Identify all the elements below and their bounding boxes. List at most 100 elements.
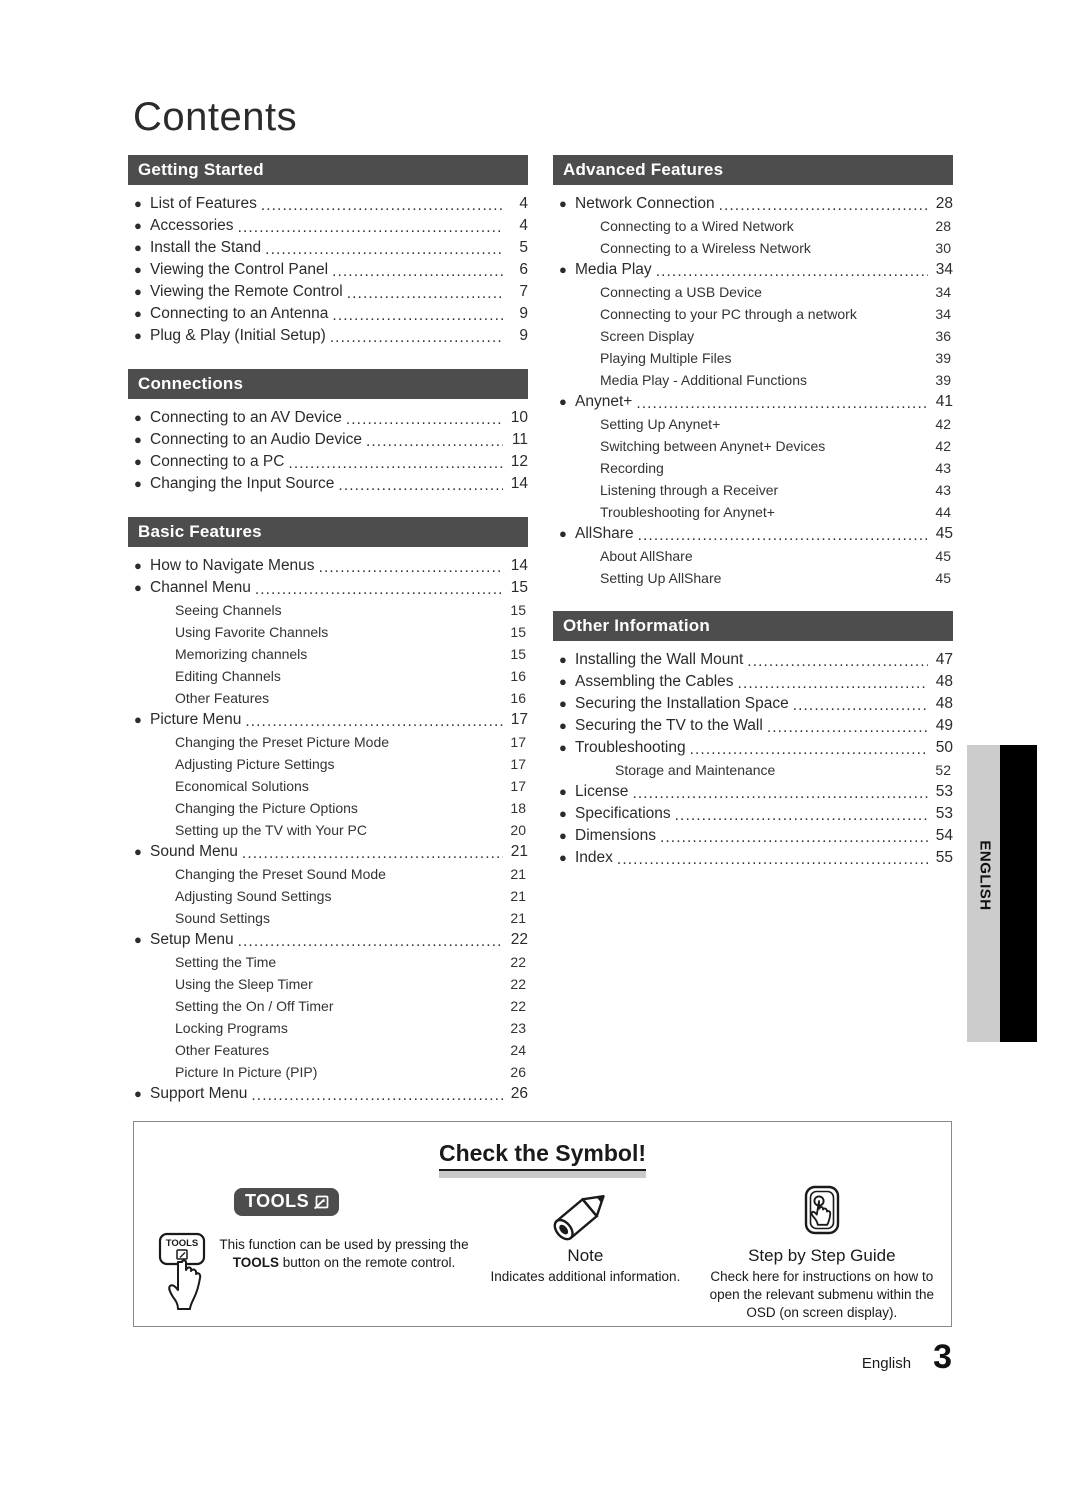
toc-entry-page-number: 52: [935, 762, 951, 778]
toc-entry[interactable]: Sound Settings 21: [128, 907, 528, 929]
toc-entry[interactable]: ● Connecting to an Audio Device 11: [128, 429, 528, 451]
toc-entry-page-number: 41: [935, 393, 953, 410]
toc-entry-page-number: 22: [510, 954, 526, 970]
toc-entry[interactable]: ● License 53: [553, 781, 953, 803]
toc-entry[interactable]: ● Connecting to an AV Device 10: [128, 407, 528, 429]
toc-entry-page-number: 11: [511, 431, 528, 448]
toc-entry[interactable]: Setting the On / Off Timer 22: [128, 995, 528, 1017]
toc-entry[interactable]: Memorizing channels 15: [128, 643, 528, 665]
toc-entry[interactable]: ● Install the Stand 5: [128, 237, 528, 259]
toc-entry[interactable]: ● Changing the Input Source 14: [128, 473, 528, 495]
toc-entry[interactable]: Other Features 24: [128, 1039, 528, 1061]
toc-entry-page-number: 5: [519, 239, 528, 256]
toc-entry[interactable]: ● Dimensions 54: [553, 825, 953, 847]
toc-entry[interactable]: ● Troubleshooting 50: [553, 737, 953, 759]
toc-entry-page-number: 45: [935, 548, 951, 564]
leader-dots: [321, 1065, 501, 1083]
toc-entry[interactable]: ● List of Features 4: [128, 193, 528, 215]
toc-entry-list: ●How to Navigate Menus14 ● Channel Menu 15 S…: [128, 555, 528, 1105]
bullet-icon: ●: [559, 828, 567, 843]
toc-entry[interactable]: ● Securing the Installation Space 48: [553, 693, 953, 715]
toc-entry[interactable]: ● Plug & Play (Initial Setup) 9: [128, 325, 528, 347]
section-header-title: Connections: [138, 374, 244, 393]
toc-entry[interactable]: Connecting a USB Device 34: [553, 281, 953, 303]
toc-entry[interactable]: Locking Programs 23: [128, 1017, 528, 1039]
toc-entry[interactable]: Picture In Picture (PIP) 26: [128, 1061, 528, 1083]
toc-entry[interactable]: Setting the Time 22: [128, 951, 528, 973]
leader-dots: [280, 955, 501, 973]
toc-entry[interactable]: ● Setup Menu 22: [128, 929, 528, 951]
toc-entry[interactable]: ● Support Menu 26: [128, 1083, 528, 1105]
toc-entry[interactable]: ● Viewing the Remote Control 7: [128, 281, 528, 303]
leader-dots: [245, 713, 503, 731]
toc-entry[interactable]: ● How to Navigate Menus 14: [128, 555, 528, 577]
toc-entry-page-number: 22: [510, 976, 526, 992]
toc-entry-page-number: 21: [510, 910, 526, 926]
note-description: Indicates additional information.: [490, 1269, 681, 1284]
toc-entry[interactable]: ● Connecting to a PC 12: [128, 451, 528, 473]
toc-entry[interactable]: ● Viewing the Control Panel 6: [128, 259, 528, 281]
toc-entry[interactable]: ● Securing the TV to the Wall 49: [553, 715, 953, 737]
toc-entry[interactable]: Connecting to a Wireless Network 30: [553, 237, 953, 259]
leader-dots: [274, 911, 501, 929]
toc-entry[interactable]: Setting Up AllShare 45: [553, 567, 953, 589]
toc-entry-list: ● Installing the Wall Mount 47 ● Assembling …: [553, 649, 953, 869]
toc-entry[interactable]: ● Sound Menu 21: [128, 841, 528, 863]
toc-entry[interactable]: Changing the Preset Sound Mode 21: [128, 863, 528, 885]
toc-entry[interactable]: Setting up the TV with Your PC 20: [128, 819, 528, 841]
leader-dots: [815, 241, 926, 259]
bullet-icon: ●: [559, 740, 567, 755]
leader-dots: [332, 263, 503, 281]
toc-entry-label: Connecting a USB Device: [600, 284, 762, 300]
toc-entry-label: Channel Menu: [150, 579, 251, 596]
toc-entry[interactable]: Connecting to your PC through a network 3…: [553, 303, 953, 325]
toc-entry[interactable]: Other Features 16: [128, 687, 528, 709]
toc-entry[interactable]: Editing Channels 16: [128, 665, 528, 687]
toc-entry[interactable]: Media Play - Additional Functions 39: [553, 369, 953, 391]
leader-dots: [285, 669, 501, 687]
toc-entry[interactable]: ● Channel Menu 15: [128, 577, 528, 599]
toc-entry[interactable]: Playing Multiple Files 39: [553, 347, 953, 369]
toc-entry-page-number: 10: [510, 409, 528, 426]
toc-entry[interactable]: ● Media Play 34: [553, 259, 953, 281]
toc-entry[interactable]: Using Favorite Channels 15: [128, 621, 528, 643]
leader-dots: [811, 373, 926, 391]
toc-entry[interactable]: Troubleshooting for Anynet+ 44: [553, 501, 953, 523]
toc-entry[interactable]: ● Index 55: [553, 847, 953, 869]
toc-entry[interactable]: About AllShare 45: [553, 545, 953, 567]
toc-entry[interactable]: Listening through a Receiver 43: [553, 479, 953, 501]
toc-entry[interactable]: ● Anynet+ 41: [553, 391, 953, 413]
toc-entry-list: ● List of Features 4 ● Accessories 4 ● Install …: [128, 193, 528, 347]
toc-entry-label: Media Play: [575, 261, 652, 278]
toc-entry[interactable]: Changing the Picture Options 18: [128, 797, 528, 819]
toc-entry[interactable]: Setting Up Anynet+ 42: [553, 413, 953, 435]
toc-entry[interactable]: ● Connecting to an Antenna 9: [128, 303, 528, 325]
toc-entry[interactable]: ● Installing the Wall Mount 47: [553, 649, 953, 671]
toc-entry[interactable]: Economical Solutions 17: [128, 775, 528, 797]
bullet-icon: ●: [559, 394, 567, 409]
toc-entry[interactable]: Adjusting Sound Settings 21: [128, 885, 528, 907]
leader-dots: [736, 351, 927, 369]
toc-entry-page-number: 15: [510, 579, 528, 596]
toc-entry[interactable]: Switching between Anynet+ Devices 42: [553, 435, 953, 457]
toc-entry[interactable]: ● Assembling the Cables 48: [553, 671, 953, 693]
bullet-icon: ●: [134, 932, 142, 947]
toc-entry[interactable]: Connecting to a Wired Network 28: [553, 215, 953, 237]
toc-entry[interactable]: ● Accessories 4: [128, 215, 528, 237]
toc-section: Basic Features ● How to Navigate Menus 14 ● C…: [128, 517, 528, 1105]
toc-entry[interactable]: ● AllShare 45: [553, 523, 953, 545]
toc-entry[interactable]: Adjusting Picture Settings 17: [128, 753, 528, 775]
toc-entry[interactable]: Recording 43: [553, 457, 953, 479]
toc-entry[interactable]: Screen Display 36: [553, 325, 953, 347]
toc-entry[interactable]: Changing the Preset Picture Mode 17: [128, 731, 528, 753]
toc-entry[interactable]: ● Specifications 53: [553, 803, 953, 825]
bullet-icon: ●: [134, 454, 142, 469]
toc-entry[interactable]: Storage and Maintenance 52: [553, 759, 953, 781]
toc-entry-label: Installing the Wall Mount: [575, 651, 744, 668]
toc-entry-page-number: 42: [935, 438, 951, 454]
toc-entry[interactable]: Seeing Channels 15: [128, 599, 528, 621]
toc-entry[interactable]: ● Picture Menu 17: [128, 709, 528, 731]
toc-entry[interactable]: Using the Sleep Timer 22: [128, 973, 528, 995]
toc-entry[interactable]: ● Network Connection 28: [553, 193, 953, 215]
leader-dots: [798, 219, 926, 237]
